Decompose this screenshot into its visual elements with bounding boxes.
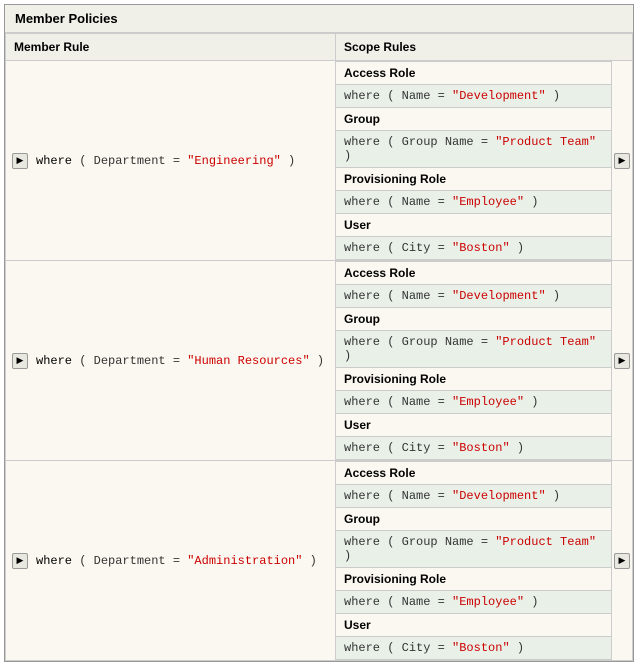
scope-value: "Product Team" — [495, 335, 596, 349]
where-keyword: where — [344, 441, 380, 455]
page-title: Member Policies — [5, 5, 633, 33]
scope-value: "Boston" — [452, 641, 510, 655]
member-rule-cell: ▶ where ( Department = "Engineering" ) — [6, 61, 336, 261]
member-policies-container: Member Policies Member Rule Scope Rules … — [4, 4, 634, 662]
rule-value: "Engineering" — [187, 154, 281, 168]
scope-rule-row: where ( Group Name = "Product Team" ) — [336, 531, 611, 568]
scope-rule-row: where ( Name = "Employee" ) — [336, 391, 611, 414]
scope-rule-row: where ( City = "Boston" ) — [336, 237, 611, 260]
left-expand-button[interactable]: ▶ — [12, 353, 28, 369]
right-expand-button[interactable]: ▶ — [614, 353, 630, 369]
scope-value: "Product Team" — [495, 535, 596, 549]
scope-rule-row: where ( Name = "Development" ) — [336, 85, 611, 108]
right-arrow-cell: ▶ — [612, 261, 633, 461]
where-keyword: where — [344, 395, 380, 409]
where-keyword: where — [344, 595, 380, 609]
where-keyword: where — [344, 241, 380, 255]
member-rule-text: where ( Department = "Administration" ) — [36, 554, 317, 568]
member-rule-text: where ( Department = "Engineering" ) — [36, 154, 295, 168]
scope-section-header: Group — [336, 508, 611, 531]
scope-rule-row: where ( Name = "Development" ) — [336, 485, 611, 508]
where-keyword: where — [344, 535, 380, 549]
scope-value: "Development" — [452, 489, 546, 503]
scope-rule-row: where ( Group Name = "Product Team" ) — [336, 131, 611, 168]
scope-rules-cell: Access Rolewhere ( Name = "Development" … — [336, 461, 612, 661]
scope-section-header: Provisioning Role — [336, 368, 611, 391]
where-keyword: where — [344, 195, 380, 209]
header-scope-rules: Scope Rules — [336, 34, 633, 61]
scope-value: "Boston" — [452, 241, 510, 255]
left-expand-button[interactable]: ▶ — [12, 153, 28, 169]
scope-value: "Employee" — [452, 595, 524, 609]
scope-section-header: Access Role — [336, 62, 611, 85]
scope-value: "Development" — [452, 289, 546, 303]
right-arrow-cell: ▶ — [612, 61, 633, 261]
main-table: Member Rule Scope Rules ▶ where ( Departm… — [5, 33, 633, 661]
where-keyword: where — [344, 289, 380, 303]
right-expand-button[interactable]: ▶ — [614, 153, 630, 169]
where-keyword: where — [344, 335, 380, 349]
keyword-where: where — [36, 354, 72, 368]
scope-section-header: User — [336, 614, 611, 637]
scope-section-header: User — [336, 214, 611, 237]
scope-value: "Product Team" — [495, 135, 596, 149]
scope-value: "Development" — [452, 89, 546, 103]
scope-sub-table: Access Rolewhere ( Name = "Development" … — [336, 261, 611, 460]
scope-rules-cell: Access Rolewhere ( Name = "Development" … — [336, 61, 612, 261]
where-keyword: where — [344, 135, 380, 149]
scope-section-header: Provisioning Role — [336, 568, 611, 591]
scope-section-header: Provisioning Role — [336, 168, 611, 191]
where-keyword: where — [344, 89, 380, 103]
keyword-where: where — [36, 554, 72, 568]
scope-rule-row: where ( City = "Boston" ) — [336, 437, 611, 460]
scope-value: "Boston" — [452, 441, 510, 455]
scope-rule-row: where ( Name = "Employee" ) — [336, 191, 611, 214]
member-rule-text: where ( Department = "Human Resources" ) — [36, 354, 324, 368]
rule-value: "Human Resources" — [187, 354, 309, 368]
scope-rule-row: where ( Name = "Development" ) — [336, 285, 611, 308]
scope-section-header: Access Role — [336, 462, 611, 485]
scope-section-header: Group — [336, 308, 611, 331]
scope-rules-cell: Access Rolewhere ( Name = "Development" … — [336, 261, 612, 461]
where-keyword: where — [344, 641, 380, 655]
scope-section-header: Group — [336, 108, 611, 131]
header-member-rule: Member Rule — [6, 34, 336, 61]
keyword-where: where — [36, 154, 72, 168]
scope-section-header: User — [336, 414, 611, 437]
where-keyword: where — [344, 489, 380, 503]
scope-value: "Employee" — [452, 195, 524, 209]
scope-rule-row: where ( Group Name = "Product Team" ) — [336, 331, 611, 368]
left-expand-button[interactable]: ▶ — [12, 553, 28, 569]
right-expand-button[interactable]: ▶ — [614, 553, 630, 569]
right-arrow-cell: ▶ — [612, 461, 633, 661]
member-rule-cell: ▶ where ( Department = "Administration" ) — [6, 461, 336, 661]
member-rule-cell: ▶ where ( Department = "Human Resources" … — [6, 261, 336, 461]
rule-value: "Administration" — [187, 554, 302, 568]
scope-rule-row: where ( City = "Boston" ) — [336, 637, 611, 660]
scope-sub-table: Access Rolewhere ( Name = "Development" … — [336, 61, 611, 260]
scope-section-header: Access Role — [336, 262, 611, 285]
scope-value: "Employee" — [452, 395, 524, 409]
scope-sub-table: Access Rolewhere ( Name = "Development" … — [336, 461, 611, 660]
